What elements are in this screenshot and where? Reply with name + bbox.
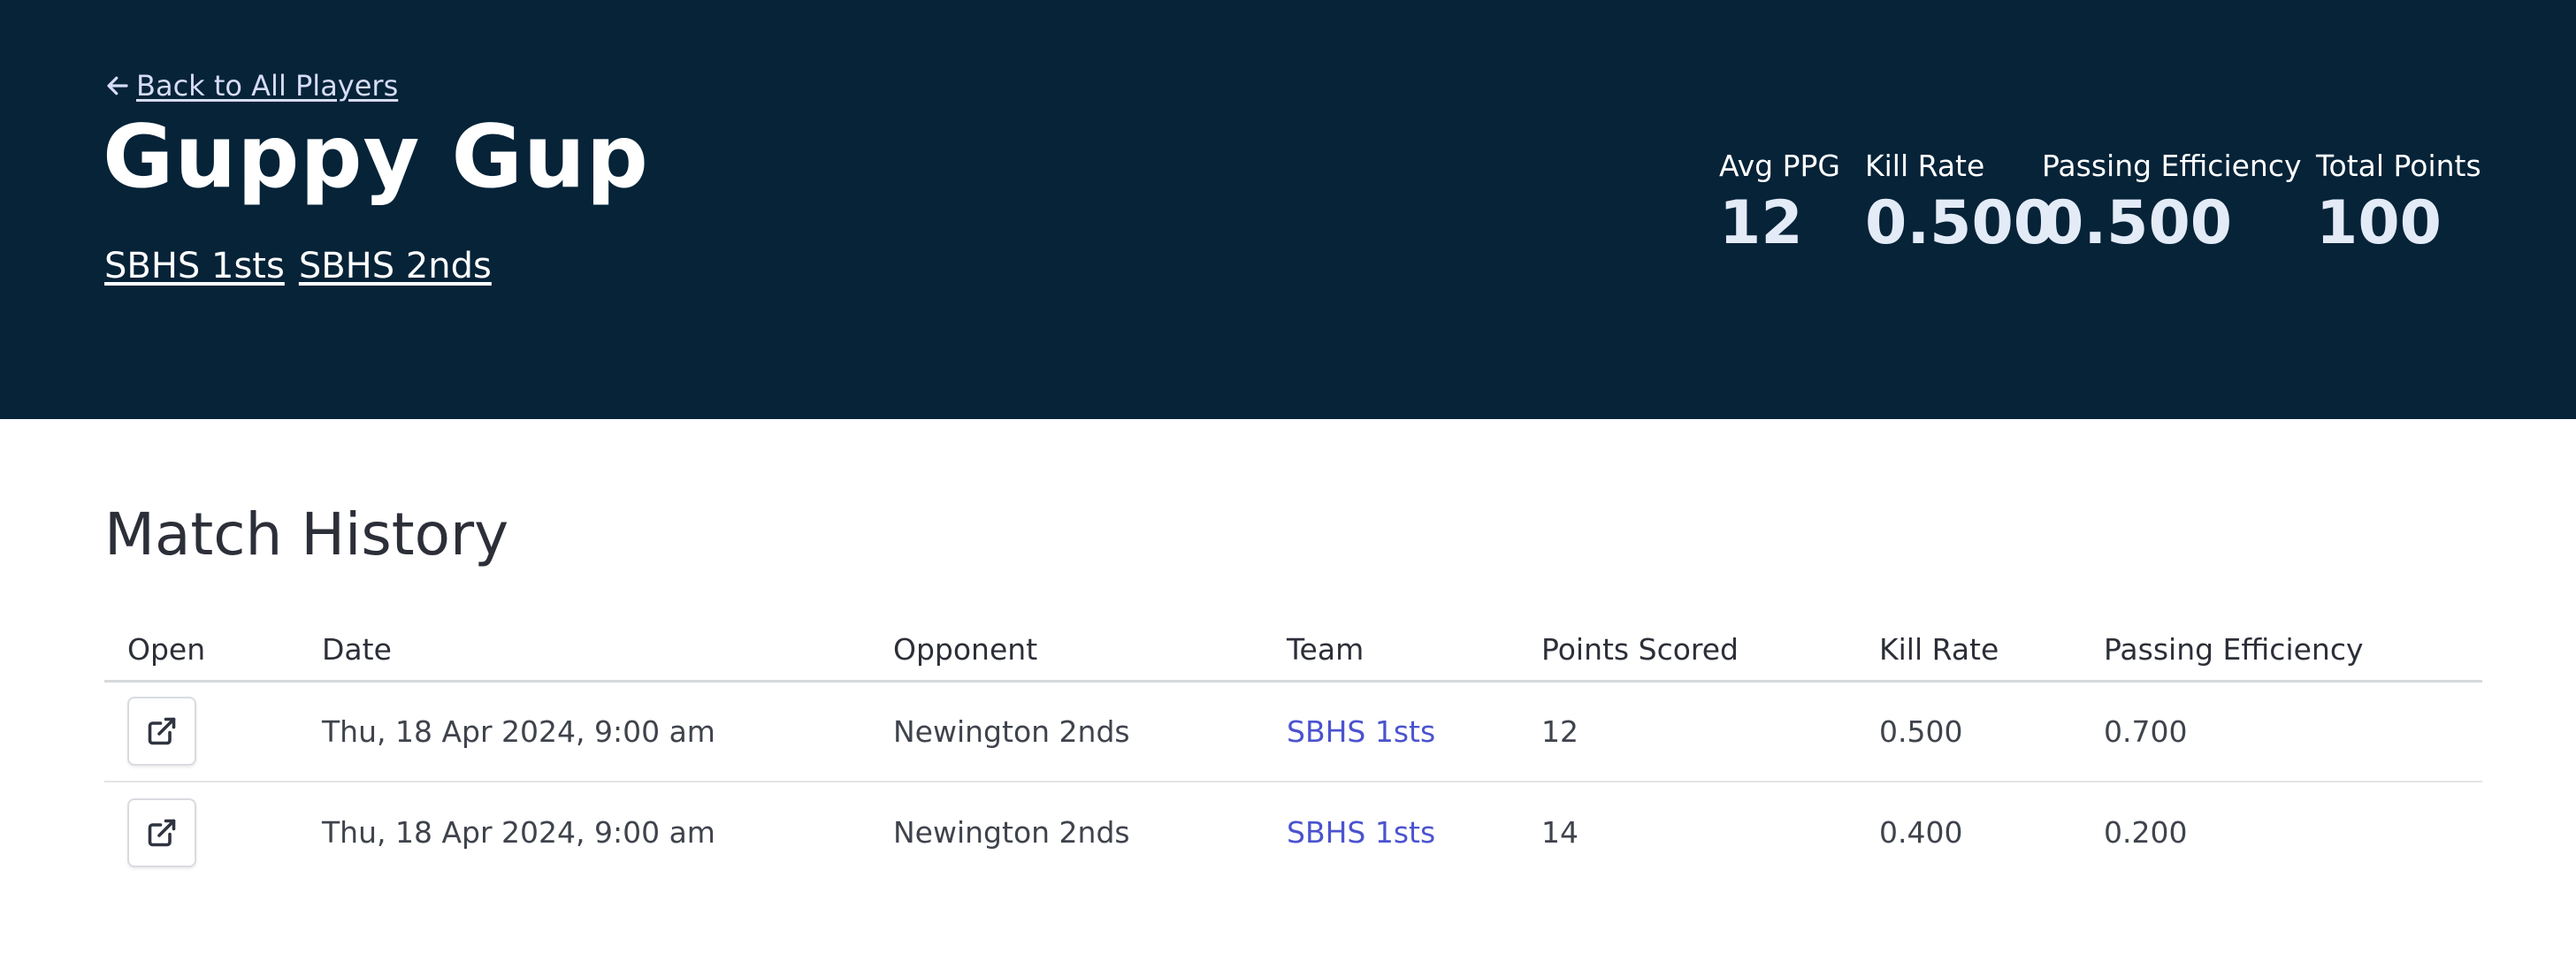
stat-kill-rate: Kill Rate 0.500 <box>1865 149 2055 258</box>
back-link-label: Back to All Players <box>136 69 399 103</box>
stat-value: 100 <box>2316 188 2442 258</box>
column-header-points-scored: Points Scored <box>1518 619 1856 683</box>
match-history-title: Match History <box>104 500 509 568</box>
stat-value: 0.500 <box>2042 188 2233 258</box>
external-link-icon <box>148 717 176 745</box>
points-scored-cell: 12 <box>1518 681 1856 782</box>
date-cell: Thu, 18 Apr 2024, 9:00 am <box>299 681 870 782</box>
external-link-icon <box>148 819 176 846</box>
stat-avg-ppg: Avg PPG 12 <box>1719 149 1840 258</box>
team-link[interactable]: SBHS 1sts <box>1287 815 1435 850</box>
table-row: Thu, 18 Apr 2024, 9:00 am Newington 2nds… <box>104 782 2482 882</box>
opponent-cell: Newington 2nds <box>870 681 1264 782</box>
stat-label: Passing Efficiency <box>2042 149 2302 183</box>
open-cell <box>104 681 299 782</box>
kill-rate-cell: 0.500 <box>1856 681 2081 782</box>
open-match-button[interactable] <box>127 797 196 867</box>
stat-total-points: Total Points 100 <box>2316 149 2481 258</box>
team-cell: SBHS 1sts <box>1264 681 1518 782</box>
arrow-left-icon <box>107 76 128 95</box>
stat-passing-efficiency: Passing Efficiency 0.500 <box>2042 149 2302 258</box>
column-header-opponent: Opponent <box>870 619 1264 683</box>
table-row: Thu, 18 Apr 2024, 9:00 am Newington 2nds… <box>104 681 2482 782</box>
points-scored-cell: 14 <box>1541 815 1578 850</box>
player-stats: Avg PPG 12 Kill Rate 0.500 Passing Effic… <box>0 149 2576 272</box>
passing-efficiency-cell: 0.700 <box>2081 681 2482 782</box>
column-header-passing-efficiency: Passing Efficiency <box>2081 619 2482 683</box>
date-cell: Thu, 18 Apr 2024, 9:00 am <box>322 815 715 850</box>
column-header-date: Date <box>299 619 870 683</box>
open-match-button[interactable] <box>127 697 196 767</box>
stat-label: Total Points <box>2316 149 2481 183</box>
stat-value: 0.500 <box>1865 188 2056 258</box>
opponent-cell: Newington 2nds <box>893 815 1130 850</box>
player-header: Back to All Players Guppy Gup SBHS 1sts … <box>0 0 2576 419</box>
stat-label: Avg PPG <box>1719 149 1840 183</box>
kill-rate-cell: 0.400 <box>1879 815 1963 850</box>
team-link[interactable]: SBHS 1sts <box>1287 714 1435 749</box>
stat-label: Kill Rate <box>1865 149 1985 183</box>
column-header-kill-rate: Kill Rate <box>1856 619 2081 683</box>
table-header-row: Open Date Opponent Team Points Scored Ki… <box>104 619 2482 683</box>
column-header-team: Team <box>1264 619 1518 683</box>
stat-value: 12 <box>1719 188 1803 258</box>
column-header-open: Open <box>104 619 299 683</box>
team-cell: SBHS 1sts <box>1264 782 1518 882</box>
passing-efficiency-cell: 0.200 <box>2104 815 2188 850</box>
open-cell <box>104 782 299 882</box>
back-to-all-players-link[interactable]: Back to All Players <box>104 69 398 103</box>
match-history-table: Open Date Opponent Team Points Scored Ki… <box>104 619 2482 882</box>
